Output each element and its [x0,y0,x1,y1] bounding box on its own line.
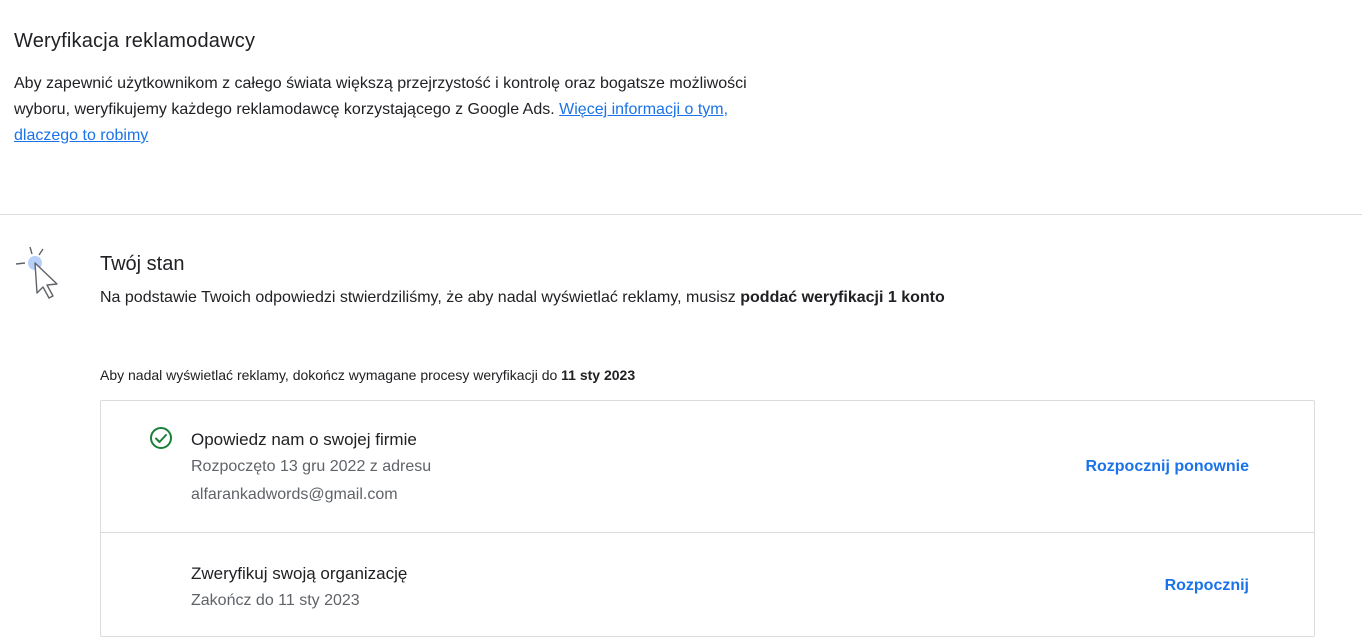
step-business-info: Opowiedz nam o swojej firmie Rozpoczęto … [101,401,1314,533]
status-section: Twój stan Na podstawie Twoich odpowiedzi… [100,253,1320,307]
step-subtitle: Rozpoczęto 13 gru 2022 z adresu alfarank… [191,453,431,509]
verification-steps: Opowiedz nam o swojej firmie Rozpoczęto … [100,400,1315,637]
check-circle-icon [149,426,173,450]
step-title: Opowiedz nam o swojej firmie [191,430,417,449]
start-button[interactable]: Rozpocznij [1165,577,1249,595]
step-email: alfarankadwords@gmail.com [191,486,398,503]
status-title: Twój stan [100,253,185,275]
cursor-click-icon [14,246,74,310]
intro-text: Aby zapewnić użytkownikom z całego świat… [14,71,794,149]
status-description-text: Na podstawie Twoich odpowiedzi stwierdzi… [100,289,741,306]
deadline-date: 11 sty 2023 [561,367,636,383]
section-divider [0,214,1362,215]
step-title: Zweryfikuj swoją organizację [191,564,408,583]
page-header: Weryfikacja reklamodawcy Aby zapewnić uż… [14,30,814,149]
step-subtitle: Zakończ do 11 sty 2023 [191,587,407,615]
page-title: Weryfikacja reklamodawcy [14,30,256,52]
restart-button[interactable]: Rozpocznij ponownie [1085,458,1249,476]
step-started-info: Rozpoczęto 13 gru 2022 z adresu [191,458,432,475]
deadline-note: Aby nadal wyświetlać reklamy, dokończ wy… [100,367,635,383]
status-description-bold: poddać weryfikacji 1 konto [740,289,945,306]
step-due-info: Zakończ do 11 sty 2023 [191,592,360,609]
step-verify-organization: Zweryfikuj swoją organizację Zakończ do … [101,533,1314,636]
status-description: Na podstawie Twoich odpowiedzi stwierdzi… [100,289,1320,307]
step-content: Zweryfikuj swoją organizację Zakończ do … [191,562,407,615]
step-content: Opowiedz nam o swojej firmie Rozpoczęto … [191,428,431,509]
deadline-text: Aby nadal wyświetlać reklamy, dokończ wy… [100,367,562,383]
